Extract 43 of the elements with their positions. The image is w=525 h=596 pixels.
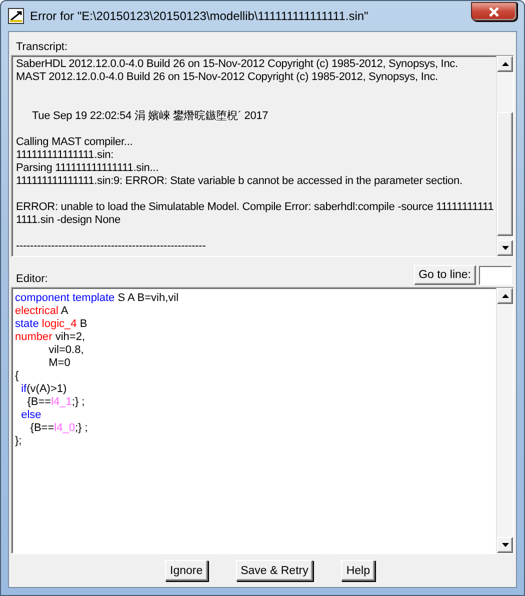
close-icon [488, 6, 500, 16]
dialog-button[interactable]: Help [341, 560, 376, 581]
code-line: }; [15, 435, 23, 448]
window-title: Error for "E:\20150123\20150123\modellib\111111111111111.sin" [30, 9, 370, 23]
go-to-line-button[interactable]: Go to line: [414, 265, 476, 285]
code-line: electrical A [15, 305, 70, 318]
transcript-line: Tue Sep 19 22:02:54 涓 嬪崍 鐢熸晥鏃堕棿´ 2017 [32, 110, 270, 123]
transcript-line: ERROR: unable to load the Simulatable Model. Compile Error: saberhdl:compile -source 11111111111 [16, 201, 495, 214]
scroll-down-button[interactable] [497, 240, 513, 256]
code-line: M=0 [48, 357, 72, 370]
transcript-line: 1111.sin -design None [16, 214, 122, 227]
code-line: {B==l4_0;} ; [29, 422, 89, 435]
transcript-line: MAST 2012.12.0.0-4.0 Build 26 on 15-Nov-2012 Copyright (c) 1985-2012, Synopsys, Inc. [16, 71, 439, 84]
code-line: number vih=2, [15, 331, 86, 344]
code-line: { [15, 370, 20, 383]
up-arrow-icon [502, 294, 508, 298]
code-line: vil=0.8, [48, 344, 85, 357]
up-arrow-icon [502, 62, 508, 66]
transcript-line: 111111111111111.sin:9: ERROR: State variable b cannot be accessed in the parameter section. [16, 175, 464, 188]
code-editor[interactable]: component template S A B=vih,vil electrical A state logic_4 B number vih=2, vil=0.8, M=0 { if(v(A)>1) {B==l4_1;} ; else {B==l4_0;} ; }; [11, 287, 514, 554]
close-button[interactable] [471, 2, 517, 21]
dialog-button[interactable]: Ignore [165, 560, 208, 581]
app-icon [8, 8, 24, 24]
code-line: if(v(A)>1) [20, 383, 68, 396]
code-line: {B==l4_1;} ; [26, 396, 86, 409]
scroll-down-button[interactable] [497, 537, 513, 553]
transcript-line: 111111111111111.sin: [16, 149, 115, 162]
scroll-up-button[interactable] [497, 56, 513, 72]
scrollbar-thumb[interactable] [497, 112, 513, 236]
transcript-line: Parsing 111111111111111.sin... [16, 162, 160, 175]
code-line: state logic_4 B [15, 318, 88, 331]
dialog-button[interactable]: Save & Retry [236, 560, 314, 581]
transcript-label: Transcript: [16, 41, 68, 53]
transcript-line: Calling MAST compiler... [16, 136, 134, 149]
line-number-field[interactable] [479, 266, 512, 284]
editor-label: Editor: [15, 273, 48, 285]
code-line: else [20, 409, 42, 422]
code-line: component template S A B=vih,vil [15, 292, 180, 305]
down-arrow-icon [502, 543, 508, 547]
transcript-line: SaberHDL 2012.12.0.0-4.0 Build 26 on 15-Nov-2012 Copyright (c) 1985-2012, Synopsys, Inc. [16, 58, 459, 71]
scroll-up-button[interactable] [497, 288, 513, 304]
down-arrow-icon [502, 246, 508, 250]
transcript-line: ------------------------------------------------------ [16, 240, 207, 253]
